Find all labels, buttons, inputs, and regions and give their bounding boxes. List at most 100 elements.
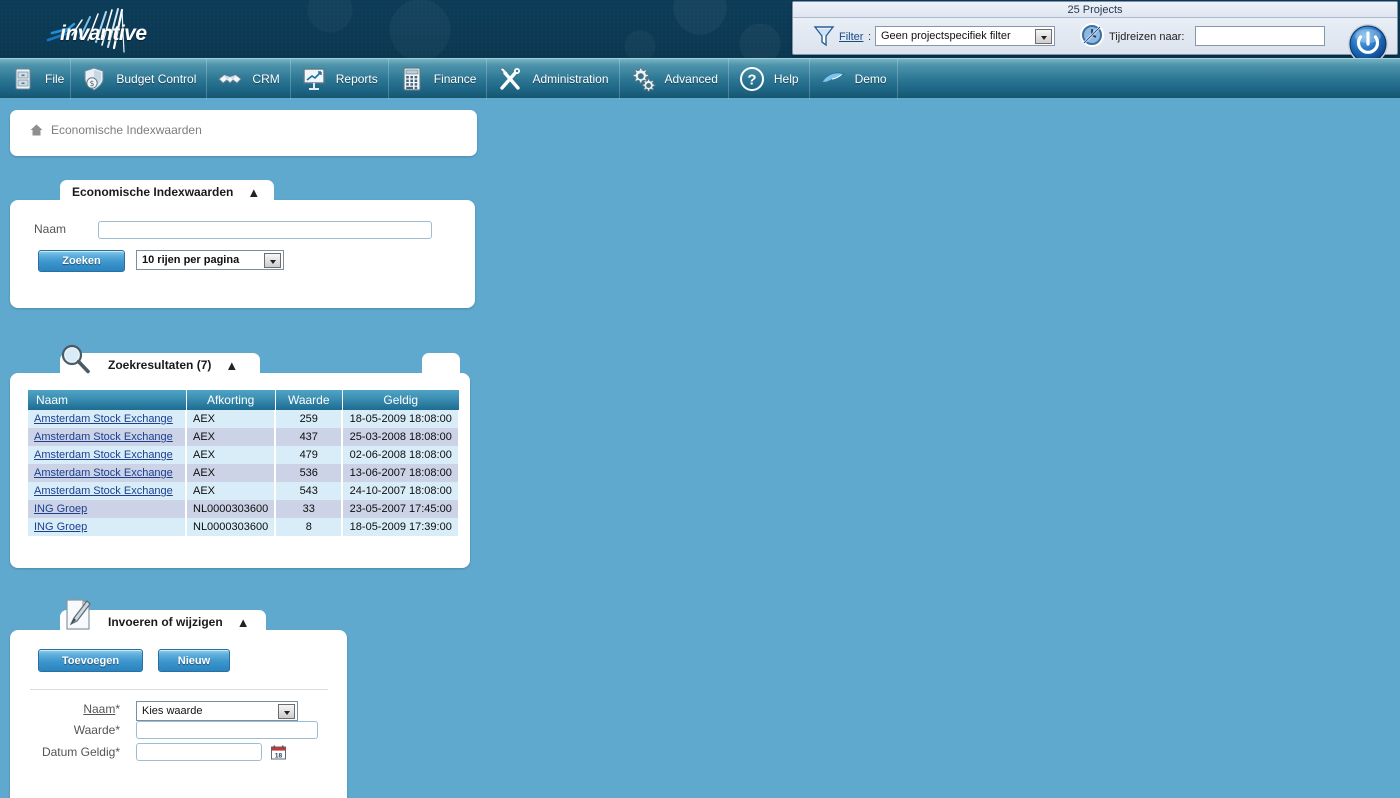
results-panel-title: Zoekresultaten (7)	[108, 358, 211, 372]
clock-no-icon[interactable]	[1079, 22, 1105, 48]
nav-label-crm: CRM	[252, 72, 279, 86]
required-marker-waarde: *	[115, 723, 120, 737]
table-row[interactable]: ING Groep NL0000303600818-05-2009 17:39:0…	[28, 518, 459, 536]
project-filter-box: 25 Projects Filter : Geen projectspecifi…	[792, 1, 1398, 55]
table-row[interactable]: Amsterdam Stock ExchangeAEX53613-06-2007…	[28, 464, 459, 482]
cell-naam: Amsterdam Stock Exchange	[28, 482, 186, 500]
nav-item-advanced[interactable]: Advanced	[620, 59, 729, 99]
cell-geldig: 23-05-2007 17:45:00	[342, 500, 459, 518]
filter-link[interactable]: Filter	[839, 31, 863, 43]
table-row[interactable]: ING Groep NL00003036003323-05-2007 17:45:…	[28, 500, 459, 518]
cell-afkorting: NL0000303600	[186, 518, 275, 536]
search-button[interactable]: Zoeken	[38, 250, 125, 272]
application-root: invantive 25 Projects Filter : Geen proj…	[0, 0, 1400, 798]
cell-naam: ING Groep	[28, 518, 186, 536]
row-link-naam[interactable]: Amsterdam Stock Exchange	[34, 431, 173, 443]
rows-per-page-select[interactable]: 10 rijen per pagina	[136, 250, 284, 270]
search-naam-input[interactable]	[98, 221, 432, 239]
col-header-naam[interactable]: Naam	[28, 390, 186, 410]
row-link-naam[interactable]: ING Groep	[34, 503, 87, 515]
handshake-icon	[217, 66, 243, 92]
nav-item-crm[interactable]: CRM	[207, 59, 290, 99]
projects-count-label: 25 Projects	[793, 2, 1397, 18]
cell-naam: Amsterdam Stock Exchange	[28, 446, 186, 464]
waarde-input[interactable]	[136, 721, 318, 739]
nav-item-file[interactable]: File	[0, 59, 71, 99]
presentation-chart-icon	[301, 66, 327, 92]
naam-select[interactable]: Kies waarde	[136, 701, 298, 721]
cell-waarde: 543	[275, 482, 342, 500]
cell-naam: Amsterdam Stock Exchange	[28, 410, 186, 428]
nav-label-administration: Administration	[532, 72, 608, 86]
cell-waarde: 8	[275, 518, 342, 536]
row-link-naam[interactable]: Amsterdam Stock Exchange	[34, 467, 173, 479]
dolphin-icon	[820, 66, 846, 92]
logo-wordmark: invantive	[60, 22, 147, 46]
search-panel-header[interactable]: Economische Indexwaarden ▲	[60, 180, 274, 204]
nav-item-administration[interactable]: Administration	[487, 59, 619, 99]
field-label-datum-text: Datum Geldig	[42, 745, 115, 759]
svg-text:?: ?	[747, 71, 756, 88]
gears-icon	[630, 66, 656, 92]
home-icon[interactable]	[30, 124, 43, 136]
chevron-down-icon[interactable]	[1035, 29, 1052, 44]
table-row[interactable]: Amsterdam Stock Exchange AEX54324-10-2007…	[28, 482, 459, 500]
timetravel-input[interactable]	[1195, 26, 1325, 46]
new-button[interactable]: Nieuw	[158, 649, 230, 672]
row-link-naam[interactable]: Amsterdam Stock Exchange	[34, 449, 173, 461]
cell-afkorting: AEX	[186, 410, 275, 428]
cell-geldig: 24-10-2007 18:08:00	[342, 482, 459, 500]
chevron-up-icon[interactable]: ▲	[237, 616, 250, 629]
add-button[interactable]: Toevoegen	[38, 649, 143, 672]
nav-item-demo[interactable]: Demo	[810, 59, 898, 99]
nav-label-help: Help	[774, 72, 799, 86]
cell-afkorting: AEX	[186, 428, 275, 446]
nav-item-help[interactable]: ? Help	[729, 59, 810, 99]
money-shield-icon: $	[81, 66, 107, 92]
table-row[interactable]: Amsterdam Stock ExchangeAEX47902-06-2008…	[28, 446, 459, 464]
chevron-down-icon[interactable]	[278, 704, 295, 719]
table-row[interactable]: Amsterdam Stock ExchangeAEX43725-03-2008…	[28, 428, 459, 446]
breadcrumb-panel: Economische Indexwaarden	[10, 110, 477, 156]
nav-item-finance[interactable]: Finance	[389, 59, 488, 99]
table-row[interactable]: Amsterdam Stock ExchangeAEX25918-05-2009…	[28, 410, 459, 428]
results-table: Naam Afkorting Waarde Geldig Amsterdam S…	[28, 390, 460, 536]
cell-waarde: 536	[275, 464, 342, 482]
cell-waarde: 33	[275, 500, 342, 518]
col-header-geldig[interactable]: Geldig	[342, 390, 459, 410]
invantive-logo[interactable]: invantive	[22, 0, 202, 58]
rows-per-page-value: 10 rijen per pagina	[142, 254, 239, 266]
breadcrumb-text: Economische Indexwaarden	[51, 123, 202, 137]
naam-select-value: Kies waarde	[142, 705, 203, 717]
row-link-naam[interactable]: Amsterdam Stock Exchange	[34, 413, 173, 425]
chevron-up-icon[interactable]: ▲	[225, 359, 238, 372]
cell-geldig: 25-03-2008 18:08:00	[342, 428, 459, 446]
row-link-naam[interactable]: ING Groep	[34, 521, 87, 533]
results-table-head: Naam Afkorting Waarde Geldig	[28, 390, 459, 410]
results-panel-extra-tab[interactable]	[422, 353, 460, 377]
search-naam-label: Naam	[34, 222, 66, 236]
row-link-naam[interactable]: Amsterdam Stock Exchange	[34, 485, 173, 497]
svg-text:$: $	[90, 79, 95, 88]
nav-label-file: File	[45, 72, 64, 86]
col-header-afkorting[interactable]: Afkorting	[186, 390, 275, 410]
field-label-naam-text[interactable]: Naam	[83, 702, 115, 716]
nav-item-budget-control[interactable]: $ Budget Control	[71, 59, 207, 99]
search-panel-title: Economische Indexwaarden	[72, 185, 233, 199]
nav-label-finance: Finance	[434, 72, 477, 86]
col-header-waarde[interactable]: Waarde	[275, 390, 342, 410]
nav-label-reports: Reports	[336, 72, 378, 86]
project-filter-select[interactable]: Geen projectspecifiek filter	[875, 26, 1055, 46]
cell-afkorting: NL0000303600	[186, 500, 275, 518]
cell-geldig: 18-05-2009 17:39:00	[342, 518, 459, 536]
results-table-body: Amsterdam Stock ExchangeAEX25918-05-2009…	[28, 410, 459, 536]
calendar-icon[interactable]: 18	[271, 745, 286, 760]
cell-waarde: 479	[275, 446, 342, 464]
filter-row: Filter : Geen projectspecifiek filter Ti…	[793, 18, 1397, 54]
chevron-down-icon[interactable]	[264, 253, 281, 268]
datum-geldig-input[interactable]	[136, 743, 262, 761]
chevron-up-icon[interactable]: ▲	[247, 186, 260, 199]
power-icon[interactable]	[1346, 22, 1390, 58]
cell-afkorting: AEX	[186, 482, 275, 500]
nav-item-reports[interactable]: Reports	[291, 59, 389, 99]
